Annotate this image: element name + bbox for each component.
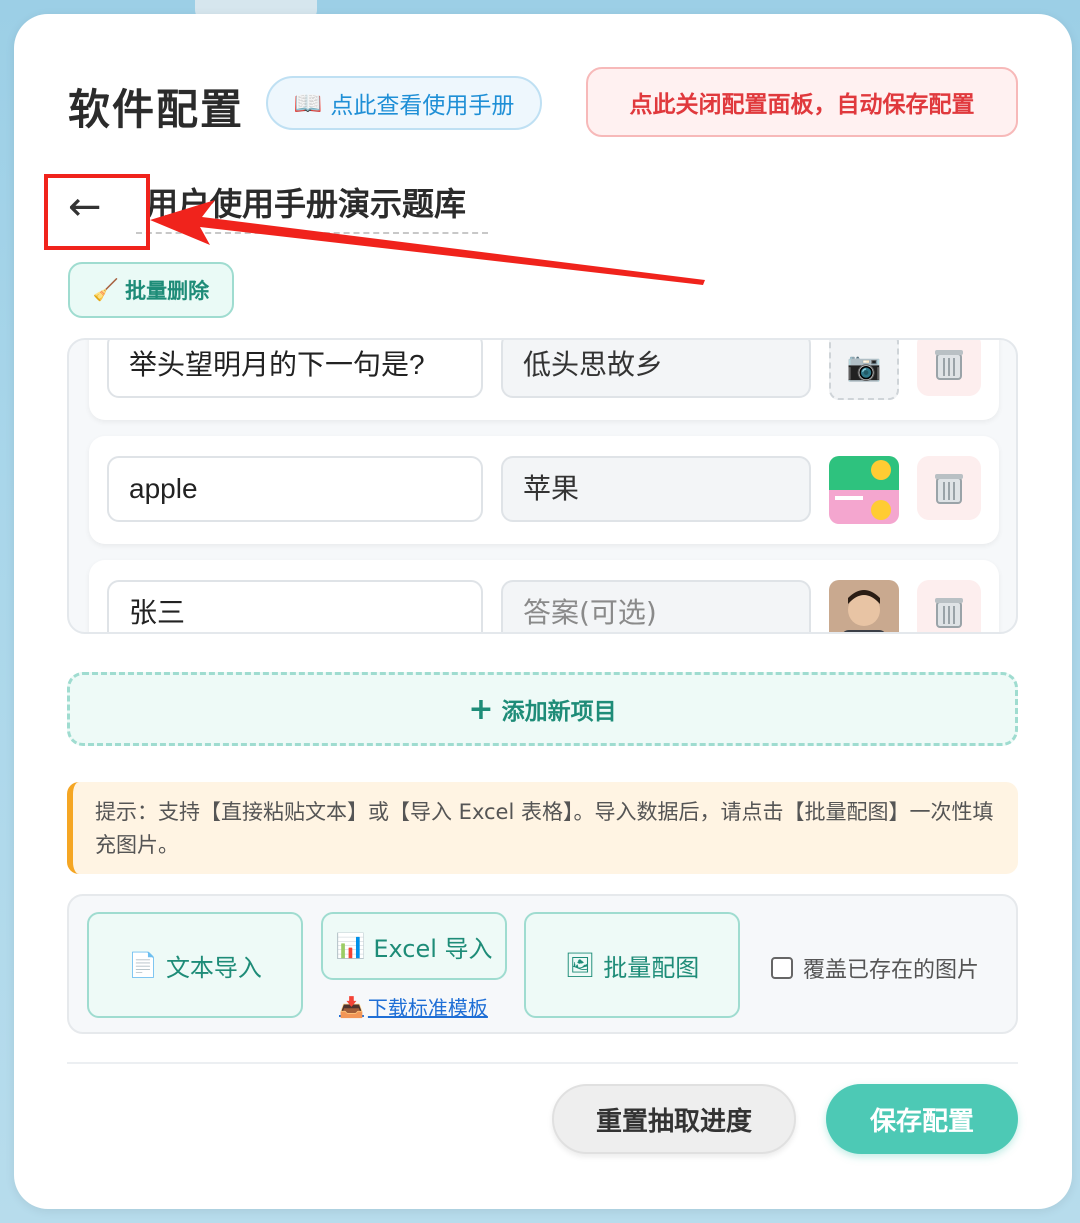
manual-button[interactable]: 📖 点此查看使用手册 <box>266 76 542 130</box>
add-item-label: 添加新项目 <box>501 699 617 725</box>
batch-delete-label: 批量删除 <box>125 279 210 303</box>
trash-icon[interactable] <box>917 580 981 632</box>
tip-box: 提示：支持【直接粘贴文本】或【导入 Excel 表格】。导入数据后，请点击【批量… <box>67 782 1018 874</box>
avatar-thumbnail[interactable] <box>829 580 899 632</box>
import-section: 📄 文本导入 📊 Excel 导入 📥 下载标准模板 🖼 批量配图 覆盖已存在的… <box>67 894 1018 1034</box>
question-input[interactable]: 举头望明月的下一句是? <box>107 340 483 398</box>
plus-icon: + <box>468 691 494 727</box>
broom-icon: 🧹 <box>92 277 120 302</box>
divider <box>67 1062 1018 1064</box>
list-item: 张三 答案(可选) <box>89 560 999 632</box>
trash-icon[interactable] <box>917 340 981 396</box>
document-icon: 📄 <box>128 951 158 979</box>
text-import-button[interactable]: 📄 文本导入 <box>87 912 303 1018</box>
picture-icon: 🖼 <box>564 951 596 979</box>
manual-label: 点此查看使用手册 <box>330 93 515 119</box>
text-import-label: 文本导入 <box>165 953 262 982</box>
book-icon: 📖 <box>293 90 323 117</box>
overwrite-checkbox[interactable] <box>771 957 793 979</box>
overwrite-option[interactable]: 覆盖已存在的图片 <box>771 952 979 984</box>
item-list[interactable]: 举头望明月的下一句是? 低头思故乡 📷 apple 苹果 张三 答案(可选) <box>67 338 1018 634</box>
reset-progress-button[interactable]: 重置抽取进度 <box>552 1084 796 1154</box>
page-title: 软件配置 <box>68 85 245 134</box>
meme-thumbnail[interactable] <box>829 456 899 524</box>
add-item-button[interactable]: + 添加新项目 <box>67 672 1018 746</box>
list-item: 举头望明月的下一句是? 低头思故乡 📷 <box>89 340 999 420</box>
question-input[interactable]: apple <box>107 456 483 522</box>
highlight-box <box>44 174 150 250</box>
list-item: apple 苹果 <box>89 436 999 544</box>
answer-input[interactable]: 低头思故乡 <box>501 340 811 398</box>
answer-input[interactable]: 答案(可选) <box>501 580 811 632</box>
excel-import-button[interactable]: 📊 Excel 导入 <box>321 912 507 980</box>
batch-image-button[interactable]: 🖼 批量配图 <box>524 912 740 1018</box>
chart-icon: 📊 <box>335 932 366 960</box>
overwrite-label: 覆盖已存在的图片 <box>803 958 980 983</box>
batch-image-label: 批量配图 <box>603 953 700 982</box>
answer-input[interactable]: 苹果 <box>501 456 811 522</box>
close-panel-button[interactable]: 点此关闭配置面板，自动保存配置 <box>586 67 1018 137</box>
batch-delete-button[interactable]: 🧹 批量删除 <box>68 262 234 318</box>
excel-import-label: Excel 导入 <box>373 934 493 963</box>
question-input[interactable]: 张三 <box>107 580 483 632</box>
trash-icon[interactable] <box>917 456 981 520</box>
save-config-button[interactable]: 保存配置 <box>826 1084 1018 1154</box>
download-template-label: 下载标准模板 <box>367 996 488 1020</box>
download-icon: 📥 <box>339 994 364 1019</box>
download-template-link[interactable]: 📥 下载标准模板 <box>339 992 488 1021</box>
camera-icon[interactable]: 📷 <box>829 340 899 400</box>
